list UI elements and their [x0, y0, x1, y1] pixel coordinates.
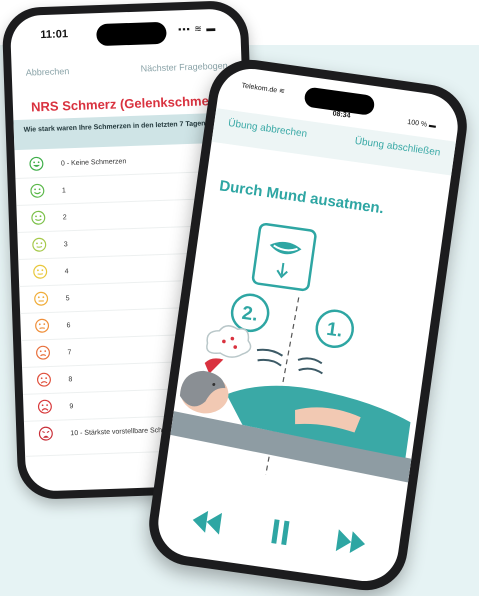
pain-option-label: 1: [61, 187, 66, 195]
exercise-instruction: Durch Mund ausatmen.: [218, 177, 385, 218]
step-1-marker: 1.: [315, 309, 354, 349]
cancel-exercise-button[interactable]: Übung abbrechen: [228, 118, 308, 140]
breathing-illustration: 2. 1.: [170, 222, 412, 483]
step-2-marker: 2.: [230, 293, 270, 333]
step-2-label: 2.: [241, 303, 260, 326]
questionnaire-nav: Abbrechen Nächster Fragebogen: [12, 60, 242, 84]
status-time: 11:01: [40, 28, 69, 42]
dynamic-island: [96, 21, 167, 47]
mouth-exhale-icon: [251, 222, 317, 292]
status-battery: 100 % ▬: [406, 118, 437, 130]
playback-controls: [156, 496, 401, 569]
neutral-face-icon: [34, 291, 49, 306]
pain-option-label: 9: [69, 403, 74, 411]
neutral-face-icon: [33, 264, 48, 279]
smiley-face-icon: [32, 237, 47, 252]
sad-face-icon: [35, 318, 50, 333]
exercise-nav: Übung abbrechen Übung abschließen: [211, 108, 456, 176]
cancel-button[interactable]: Abbrechen: [26, 66, 70, 78]
status-carrier: Telekom.de ≋: [241, 82, 286, 96]
pain-option-label: 8: [68, 376, 73, 384]
crying-face-icon: [37, 399, 52, 414]
pain-option-label: 7: [67, 349, 72, 357]
pain-option-label: 3: [63, 241, 68, 249]
step-1-label: 1.: [325, 319, 344, 342]
breath-cloud: [204, 325, 252, 374]
pain-option-label: 0 - Keine Schmerzen: [60, 158, 127, 168]
sad-face-icon: [36, 345, 51, 360]
smiley-face-icon: [30, 183, 45, 198]
rewind-icon[interactable]: [187, 504, 227, 539]
sad-face-icon: [36, 372, 51, 387]
next-questionnaire-button[interactable]: Nächster Fragebogen: [140, 61, 227, 74]
smiley-face-icon: [31, 210, 46, 225]
pause-icon[interactable]: [260, 515, 300, 550]
smiley-face-icon: [29, 156, 44, 171]
finish-exercise-button[interactable]: Übung abschließen: [354, 136, 441, 159]
status-icons: ▪▪▪ ≋ ▬: [178, 22, 217, 35]
pain-option-label: 4: [64, 268, 69, 276]
pain-option-label: 5: [65, 295, 70, 303]
crying-face-icon: [38, 426, 53, 441]
pain-option-label: 2: [62, 214, 67, 222]
pain-option-label: 6: [66, 322, 71, 330]
fast-forward-icon[interactable]: [331, 525, 371, 560]
status-time: 08:34: [332, 110, 351, 120]
